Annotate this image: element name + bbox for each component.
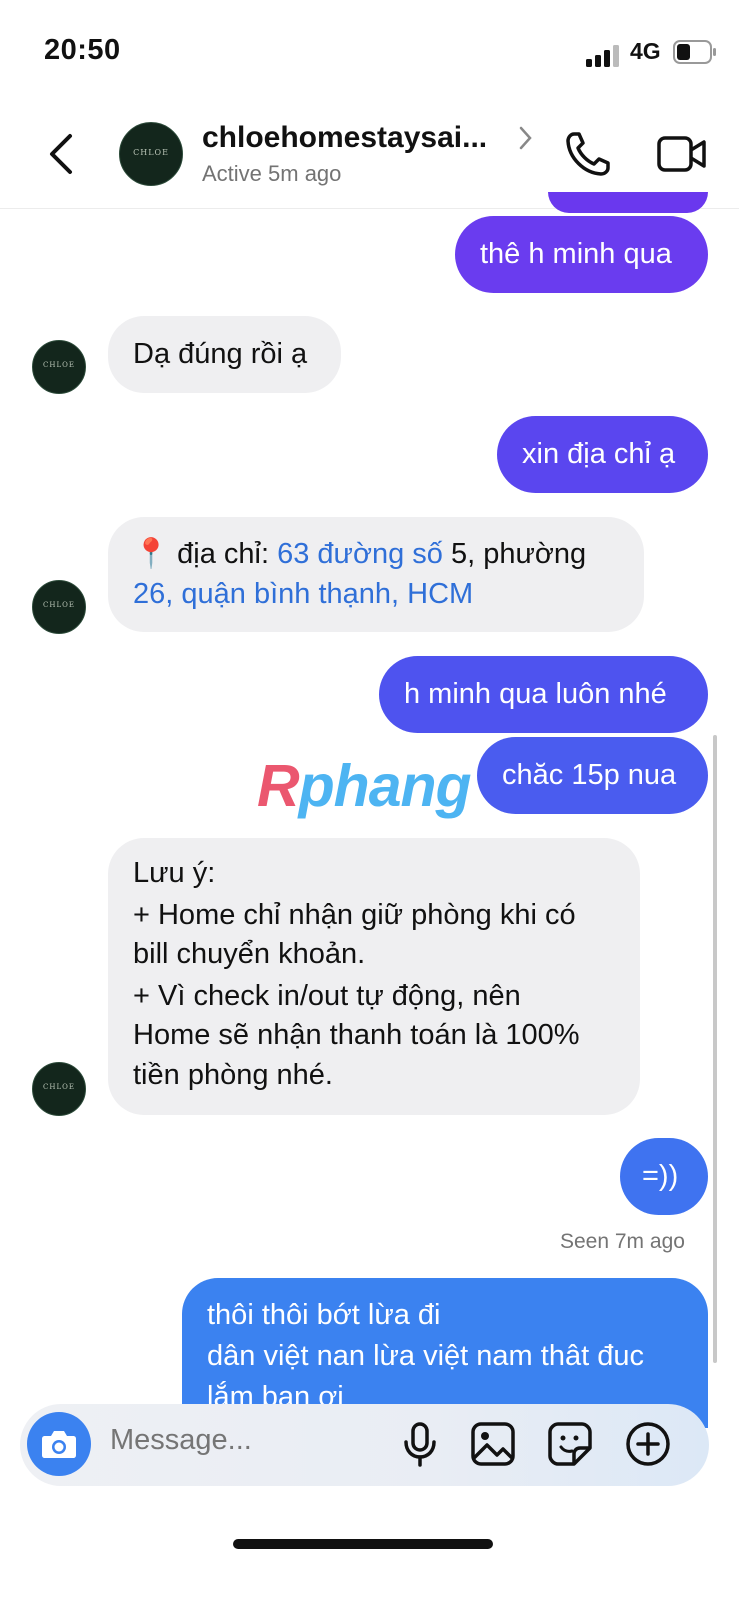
plus-circle-icon[interactable] [624,1420,672,1468]
scrollbar[interactable] [713,735,717,1363]
contact-name[interactable]: chloehomestaysai... [202,121,487,155]
message-bubble-sent[interactable]: xin địa chỉ ạ [497,416,708,493]
microphone-icon[interactable] [396,1420,444,1468]
seen-receipt: Seen 7m ago [560,1230,685,1253]
message-input[interactable] [110,1424,380,1457]
contact-avatar-small[interactable]: CHLOE [32,580,86,634]
chevron-right-icon[interactable] [518,124,534,152]
message-bubble-partial [548,192,708,213]
message-bubble-sent[interactable]: h minh qua luôn nhé [379,656,708,733]
address-link[interactable]: 26, quận bình thạnh, HCM [133,574,619,614]
signal-icon [586,45,619,67]
chevron-left-icon[interactable] [44,130,80,178]
message-bubble-sent[interactable]: thê h minh qua [455,216,708,293]
network-label: 4G [630,38,661,64]
contact-avatar-small[interactable]: CHLOE [32,1062,86,1116]
gallery-icon[interactable] [469,1420,517,1468]
video-icon[interactable] [656,130,708,178]
message-bubble-received[interactable]: Dạ đúng rồi ạ [108,316,341,393]
status-time: 20:50 [44,34,121,66]
contact-status: Active 5m ago [202,161,342,186]
message-bubble-received[interactable]: 📍 địa chỉ: 63 đường số 5, phường 26, quậ… [108,517,644,632]
address-line-1: 📍 địa chỉ: 63 đường số 5, phường [133,538,587,570]
address-link[interactable]: 63 đường số [277,538,443,570]
watermark-logo: Rphang [257,753,472,819]
message-bubble-sent[interactable]: =)) [620,1138,708,1215]
camera-icon [42,1431,76,1458]
home-indicator[interactable] [233,1539,493,1549]
camera-button[interactable] [27,1412,91,1476]
contact-avatar[interactable]: CHLOE [119,122,183,186]
message-bubble-received[interactable]: Lưu ý: + Home chỉ nhận giữ phòng khi có … [108,838,640,1115]
battery-icon [673,40,716,64]
phone-icon[interactable] [562,128,614,180]
pin-icon: 📍 [133,538,170,570]
contact-avatar-small[interactable]: CHLOE [32,340,86,394]
message-bubble-sent[interactable]: chăc 15p nua [477,737,708,814]
sticker-icon[interactable] [546,1420,594,1468]
